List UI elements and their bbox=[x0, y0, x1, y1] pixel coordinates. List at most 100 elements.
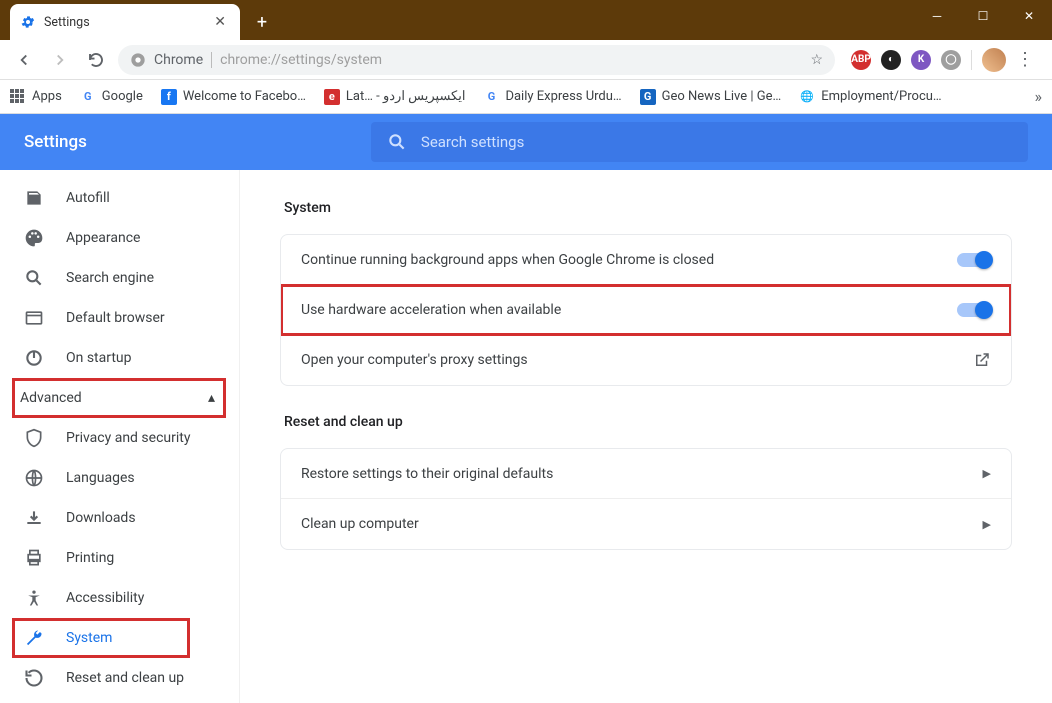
browser-toolbar: Chrome chrome://settings/system ☆ ABP ◐ … bbox=[0, 40, 1052, 80]
globe-icon bbox=[24, 468, 44, 488]
row-proxy-settings[interactable]: Open your computer's proxy settings bbox=[281, 335, 1011, 385]
extension-icon[interactable]: ◯ bbox=[941, 50, 961, 70]
row-cleanup-computer[interactable]: Clean up computer ▶ bbox=[281, 499, 1011, 549]
site-icon: G bbox=[640, 89, 656, 105]
content-area: Autofill Appearance Search engine Defaul… bbox=[0, 170, 1052, 703]
section-title-system: System bbox=[284, 200, 1012, 216]
browser-tab[interactable]: Settings ✕ bbox=[10, 4, 240, 40]
toggle-background-apps[interactable] bbox=[957, 253, 991, 267]
tab-title: Settings bbox=[44, 15, 202, 30]
sidebar-label: Printing bbox=[66, 550, 114, 566]
sidebar-label: System bbox=[66, 630, 112, 646]
restore-icon bbox=[24, 668, 44, 688]
bookmark-label: Daily Express Urdu… bbox=[505, 89, 621, 104]
settings-sidebar: Autofill Appearance Search engine Defaul… bbox=[0, 170, 240, 703]
sidebar-item-privacy[interactable]: Privacy and security bbox=[0, 418, 239, 458]
autofill-icon bbox=[24, 188, 44, 208]
bookmarks-bar: Apps G Google f Welcome to Facebo… e Lat… bbox=[0, 80, 1052, 114]
settings-title: Settings bbox=[24, 132, 87, 152]
close-window-button[interactable]: ✕ bbox=[1006, 0, 1052, 32]
chrome-icon bbox=[130, 52, 146, 68]
shield-icon bbox=[24, 428, 44, 448]
close-tab-icon[interactable]: ✕ bbox=[210, 12, 230, 32]
sidebar-item-on-startup[interactable]: On startup bbox=[0, 338, 239, 378]
chevron-right-icon: ▶ bbox=[983, 467, 991, 480]
sidebar-item-accessibility[interactable]: Accessibility bbox=[0, 578, 239, 618]
bookmark-label: Employment/Procu… bbox=[821, 89, 941, 104]
bookmark-label: Google bbox=[102, 89, 143, 104]
minimize-button[interactable]: ─ bbox=[914, 0, 960, 32]
sidebar-label: Privacy and security bbox=[66, 430, 190, 446]
address-bar[interactable]: Chrome chrome://settings/system ☆ bbox=[118, 45, 835, 75]
toolbar-separator bbox=[971, 50, 972, 70]
bookmark-item[interactable]: G Google bbox=[80, 89, 143, 105]
row-background-apps[interactable]: Continue running background apps when Go… bbox=[281, 235, 1011, 285]
extension-icons: ABP ◐ K ◯ ⋮ bbox=[843, 48, 1042, 72]
apps-icon bbox=[10, 89, 26, 105]
sidebar-section-advanced[interactable]: Advanced ▴ bbox=[0, 378, 239, 418]
sidebar-label: Appearance bbox=[66, 230, 140, 246]
profile-avatar[interactable] bbox=[982, 48, 1006, 72]
gear-icon bbox=[20, 14, 36, 30]
sidebar-label: Downloads bbox=[66, 510, 136, 526]
sidebar-item-printing[interactable]: Printing bbox=[0, 538, 239, 578]
bookmarks-overflow-icon[interactable]: » bbox=[1035, 87, 1043, 106]
window-controls: ─ ☐ ✕ bbox=[914, 0, 1052, 32]
sidebar-item-default-browser[interactable]: Default browser bbox=[0, 298, 239, 338]
sidebar-item-languages[interactable]: Languages bbox=[0, 458, 239, 498]
sidebar-item-downloads[interactable]: Downloads bbox=[0, 498, 239, 538]
google-icon: G bbox=[80, 89, 96, 105]
maximize-button[interactable]: ☐ bbox=[960, 0, 1006, 32]
search-settings[interactable] bbox=[371, 122, 1028, 162]
search-input[interactable] bbox=[421, 133, 1012, 151]
new-tab-button[interactable]: + bbox=[248, 8, 276, 36]
sidebar-label: Default browser bbox=[66, 310, 165, 326]
open-external-icon bbox=[973, 351, 991, 369]
bookmark-item[interactable]: f Welcome to Facebo… bbox=[161, 89, 306, 105]
sidebar-section-label: Advanced bbox=[20, 390, 82, 406]
bookmark-item[interactable]: 🌐 Employment/Procu… bbox=[799, 89, 941, 105]
bookmark-label: Welcome to Facebo… bbox=[183, 89, 306, 104]
menu-icon[interactable]: ⋮ bbox=[1016, 49, 1034, 70]
browser-icon bbox=[24, 308, 44, 328]
sidebar-item-system[interactable]: System bbox=[0, 618, 239, 658]
row-label: Clean up computer bbox=[301, 516, 419, 532]
row-label: Restore settings to their original defau… bbox=[301, 466, 553, 482]
window-titlebar: Settings ✕ + ─ ☐ ✕ bbox=[0, 0, 1052, 40]
abp-extension-icon[interactable]: ABP bbox=[851, 50, 871, 70]
site-icon: e bbox=[324, 89, 340, 105]
row-label: Continue running background apps when Go… bbox=[301, 252, 714, 268]
wrench-icon bbox=[24, 628, 44, 648]
bookmark-star-icon[interactable]: ☆ bbox=[810, 52, 823, 68]
chevron-right-icon: ▶ bbox=[983, 518, 991, 531]
bookmark-item[interactable]: e Lat… - ایکسپریس اردو bbox=[324, 89, 466, 105]
toggle-hardware-acceleration[interactable] bbox=[957, 303, 991, 317]
sidebar-label: Accessibility bbox=[66, 590, 144, 606]
sidebar-label: Reset and clean up bbox=[66, 670, 184, 686]
download-icon bbox=[24, 508, 44, 528]
sidebar-label: On startup bbox=[66, 350, 132, 366]
url-text: chrome://settings/system bbox=[220, 52, 382, 68]
row-hardware-acceleration[interactable]: Use hardware acceleration when available bbox=[281, 285, 1011, 335]
google-icon: G bbox=[483, 89, 499, 105]
forward-button[interactable] bbox=[46, 46, 74, 74]
sidebar-item-autofill[interactable]: Autofill bbox=[0, 178, 239, 218]
back-button[interactable] bbox=[10, 46, 38, 74]
sidebar-item-appearance[interactable]: Appearance bbox=[0, 218, 239, 258]
palette-icon bbox=[24, 228, 44, 248]
sidebar-item-search-engine[interactable]: Search engine bbox=[0, 258, 239, 298]
extension-icon[interactable]: ◐ bbox=[881, 50, 901, 70]
bookmark-item[interactable]: G Daily Express Urdu… bbox=[483, 89, 621, 105]
sidebar-item-reset[interactable]: Reset and clean up bbox=[0, 658, 239, 698]
extension-icon[interactable]: K bbox=[911, 50, 931, 70]
settings-main: System Continue running background apps … bbox=[240, 170, 1052, 703]
bookmark-label: Lat… - ایکسپریس اردو bbox=[346, 89, 466, 104]
section-title-reset: Reset and clean up bbox=[284, 414, 1012, 430]
accessibility-icon bbox=[24, 588, 44, 608]
chevron-up-icon: ▴ bbox=[208, 390, 215, 406]
reload-button[interactable] bbox=[82, 46, 110, 74]
bookmark-item[interactable]: G Geo News Live | Ge… bbox=[640, 89, 782, 105]
apps-button[interactable]: Apps bbox=[10, 89, 62, 105]
omnibox-divider bbox=[211, 52, 212, 68]
row-restore-defaults[interactable]: Restore settings to their original defau… bbox=[281, 449, 1011, 499]
